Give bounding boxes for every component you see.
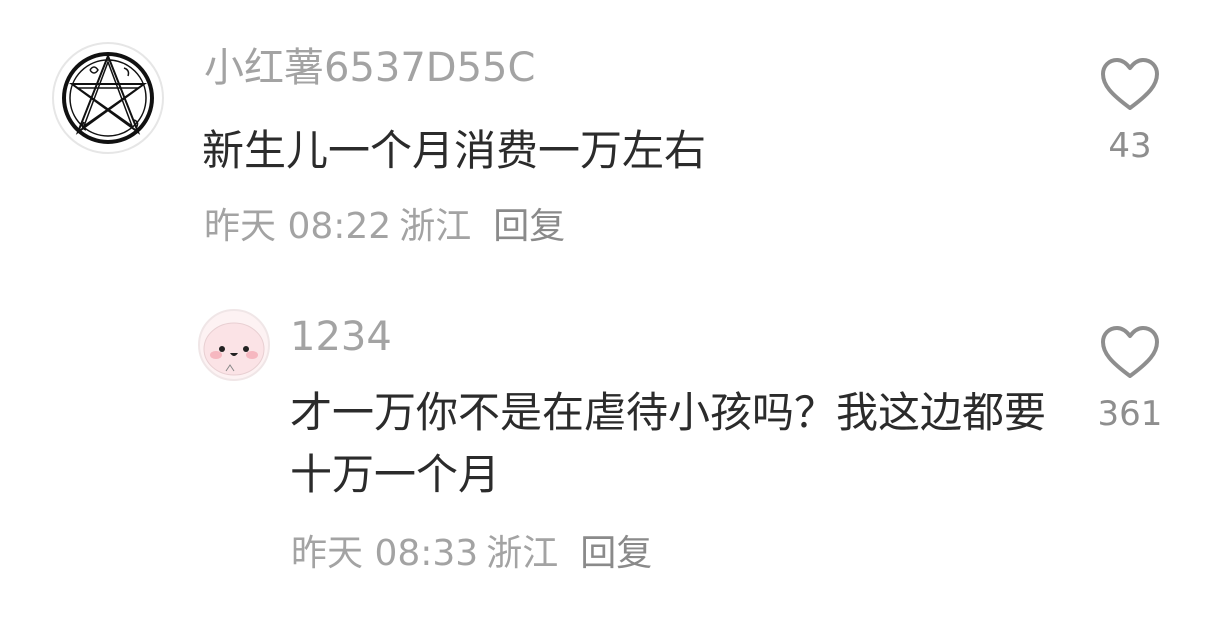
username[interactable]: 1234 bbox=[290, 313, 392, 361]
like-button[interactable]: 361 bbox=[1090, 324, 1170, 434]
avatar[interactable] bbox=[52, 42, 164, 154]
occult-star-sigil-icon bbox=[62, 52, 154, 144]
username[interactable]: 小红薯6537D55C bbox=[204, 44, 535, 92]
comment-text: 新生儿一个月消费一万左右 bbox=[202, 126, 707, 175]
comment-meta: 昨天 08:33 浙江 回复 bbox=[291, 532, 652, 576]
location: 浙江 bbox=[399, 206, 472, 247]
comment-meta: 昨天 08:22 浙江 回复 bbox=[204, 205, 565, 249]
like-count: 361 bbox=[1097, 394, 1163, 434]
like-button[interactable]: 43 bbox=[1090, 56, 1170, 166]
timestamp: 昨天 08:33 bbox=[291, 533, 479, 574]
pink-blob-face-icon bbox=[203, 322, 265, 376]
reply-button[interactable]: 回复 bbox=[493, 206, 565, 247]
avatar[interactable] bbox=[198, 309, 270, 381]
like-count: 43 bbox=[1108, 126, 1152, 166]
heart-icon bbox=[1101, 326, 1159, 378]
comment-thread: 小红薯6537D55C 新生儿一个月消费一万左右 昨天 08:22 浙江 回复 43 bbox=[0, 0, 1216, 618]
heart-icon bbox=[1101, 58, 1159, 110]
timestamp: 昨天 08:22 bbox=[204, 206, 392, 247]
reply-button[interactable]: 回复 bbox=[580, 533, 652, 574]
location: 浙江 bbox=[486, 533, 559, 574]
comment-text: 才一万你不是在虐待小孩吗？我这边都要十万一个月 bbox=[290, 388, 1047, 499]
